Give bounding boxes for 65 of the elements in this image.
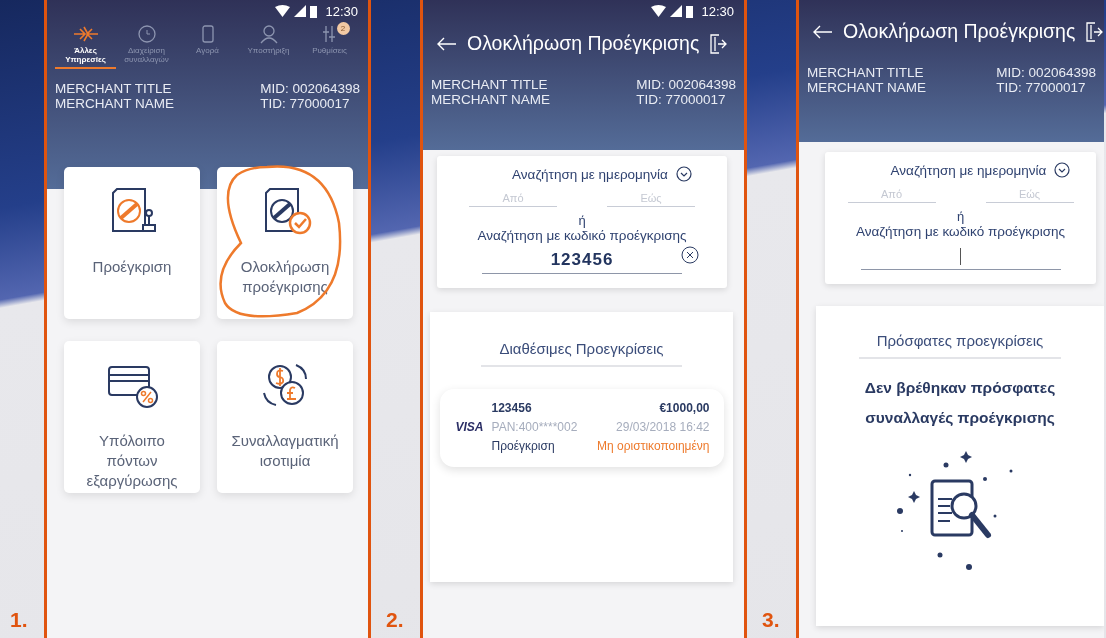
transaction-type: Προέγκριση (491, 439, 556, 453)
tab[interactable]: Διαχείριση συναλλαγών (116, 24, 177, 69)
chevron-down-icon[interactable] (675, 166, 692, 182)
screen-title: Ολοκλήρωση Προέγκρισης (467, 32, 700, 55)
transaction-status: Μη οριστικοποιημένη (597, 439, 710, 453)
terminal-id: TID: 77000017 (996, 80, 1087, 95)
wifi-icon (275, 5, 291, 17)
transaction-amount: €1000,00 (658, 401, 710, 415)
clear-icon[interactable] (681, 246, 699, 264)
to-date-field[interactable]: Εώς (607, 190, 695, 207)
date-search-label: Αναζήτηση με ημερομηνία (512, 166, 668, 182)
screen-title: Ολοκλήρωση Προέγκρισης (843, 20, 1076, 43)
merchant-name: MERCHANT NAME (807, 80, 926, 95)
tab[interactable]: Αγορά (177, 24, 238, 69)
signal-icon (294, 5, 307, 17)
menu-tile[interactable]: Υπόλοιπο πόντων εξαργύρωσης (64, 341, 200, 493)
merchant-id: MID: 002064398 (996, 65, 1096, 80)
merchant-title: MERCHANT TITLE (431, 77, 549, 92)
signal-icon (670, 5, 683, 17)
merchant-name: MERCHANT NAME (431, 92, 550, 107)
step-number: 2. (385, 608, 405, 633)
from-date-field[interactable]: Από (847, 186, 936, 203)
tab[interactable]: Υποστήριξη (238, 24, 299, 69)
merchant-id: MID: 002064398 (260, 81, 360, 96)
battery-icon (686, 4, 694, 18)
tab[interactable]: 2 Ρυθμίσεις (299, 24, 360, 69)
menu-tile[interactable]: Συναλλαγματική ισοτιμία (217, 341, 353, 493)
exit-icon[interactable] (709, 33, 728, 54)
code-search-label: Αναζήτηση με κωδικό προέγκρισης (477, 228, 687, 243)
or-text: ή (578, 213, 586, 228)
merchant-id: MID: 002064398 (636, 77, 736, 92)
tab[interactable]: Άλλες Υπηρεσίες (55, 24, 116, 69)
status-time: 12:30 (701, 3, 734, 19)
transaction-date: 29/03/2018 16:42 (615, 420, 710, 434)
terminal-id: TID: 77000017 (260, 96, 351, 111)
battery-icon (310, 4, 318, 18)
chevron-down-icon[interactable] (1054, 162, 1071, 178)
from-date-field[interactable]: Από (469, 190, 557, 207)
section-title: Πρόσφατες προεγκρίσεις (858, 332, 1062, 359)
text-cursor (960, 247, 961, 265)
menu-tile[interactable]: Ολοκλήρωση προέγκρισης (217, 167, 353, 319)
wifi-icon (651, 5, 667, 17)
terminal-id: TID: 77000017 (636, 92, 727, 107)
status-time: 12:30 (325, 3, 358, 19)
notification-badge: 2 (336, 22, 350, 35)
code-search-label: Αναζήτηση με κωδικό προέγκρισης (855, 224, 1065, 239)
code-field[interactable]: 123456 (482, 247, 682, 274)
date-search-label: Αναζήτηση με ημερομηνία (890, 162, 1047, 178)
card-brand-logo: VISA (455, 420, 484, 434)
card-number: PAN:400****002 (491, 420, 579, 434)
merchant-name: MERCHANT NAME (55, 96, 174, 111)
to-date-field[interactable]: Εώς (985, 186, 1074, 203)
or-text: ή (956, 209, 965, 224)
menu-tile[interactable]: Προέγκριση (64, 167, 200, 319)
step-number: 1. (9, 608, 29, 633)
empty-message: Δεν βρέθηκαν πρόσφατες συναλλαγές προέγκρισης (863, 378, 1057, 428)
merchant-title: MERCHANT TITLE (807, 65, 925, 80)
transaction-code: 123456 (491, 401, 533, 415)
exit-icon[interactable] (1085, 21, 1104, 42)
section-title: Διαθέσιμες Προεγκρίσεις (481, 340, 682, 367)
step-number: 3. (761, 608, 781, 633)
back-arrow-icon[interactable] (437, 36, 457, 51)
transaction-card[interactable]: VISA 123456 €1000,00 PAN:400****002 29/03/2018 16:42 Προέγκριση Μη οριστικοποιημένη (439, 389, 724, 467)
back-arrow-icon[interactable] (813, 24, 833, 39)
merchant-title: MERCHANT TITLE (55, 81, 173, 96)
